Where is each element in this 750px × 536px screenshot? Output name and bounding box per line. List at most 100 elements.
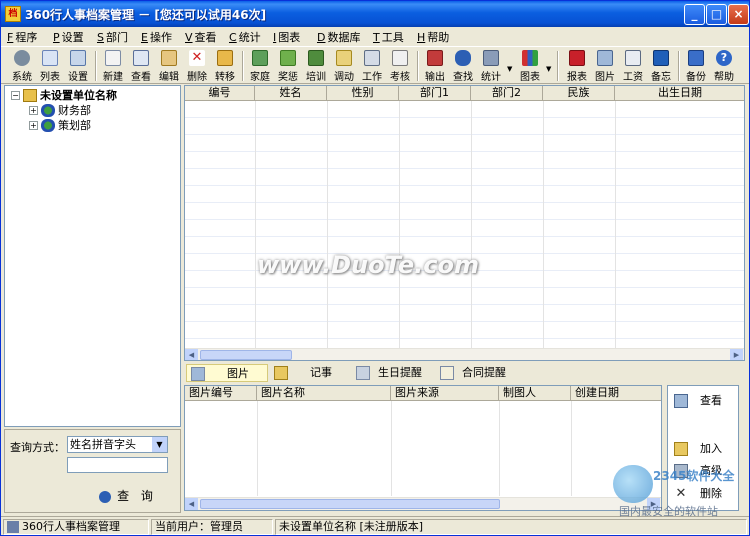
grid-divider — [391, 401, 392, 496]
reward-icon — [280, 50, 296, 66]
toolbar-memo-button[interactable]: 备忘 — [646, 50, 676, 83]
toolbar-stats-button[interactable]: 统计 — [476, 50, 506, 83]
employee-grid[interactable]: 编号 姓名 性别 部门1 部门2 民族 出生日期 ◀ ▶ — [184, 85, 745, 361]
employee-grid-header: 编号 姓名 性别 部门1 部门2 民族 出生日期 — [185, 86, 744, 101]
bar-chart-icon — [522, 50, 538, 66]
toolbar-settings-button[interactable]: 设置 — [63, 50, 93, 83]
tab-contract-reminder[interactable]: 合同提醒 — [436, 364, 516, 382]
floppy-icon — [688, 50, 704, 66]
menu-help-key: H — [417, 31, 426, 44]
tree-node-finance[interactable]: + 财务部 — [29, 102, 91, 118]
grid-divider — [327, 101, 328, 349]
minimize-button[interactable]: _ — [684, 4, 705, 25]
watermark-slogan: 国内最安全的软件站 — [619, 505, 718, 518]
scroll-left-icon[interactable]: ◀ — [185, 498, 198, 510]
menu-database[interactable]: D 数据库 — [317, 29, 360, 44]
grid-divider — [471, 101, 472, 349]
salary-icon — [625, 50, 641, 66]
column-header-picture-source[interactable]: 图片来源 — [391, 386, 499, 401]
menu-help[interactable]: H 帮助 — [417, 29, 449, 44]
picture-icon — [597, 50, 613, 66]
collapse-icon[interactable]: − — [11, 90, 20, 100]
toolbar-stats-label: 统计 — [481, 72, 501, 83]
query-button[interactable]: 查 询 — [93, 486, 163, 506]
column-header-maker[interactable]: 制图人 — [499, 386, 571, 401]
scrollbar-thumb[interactable] — [200, 350, 292, 360]
menu-tools[interactable]: T 工具 — [373, 29, 404, 44]
menu-program-label: 程序 — [15, 31, 38, 44]
scroll-right-icon[interactable]: ▶ — [730, 349, 743, 360]
menu-settings[interactable]: P 设置 — [53, 29, 84, 44]
toolbar-chart-label: 图表 — [520, 72, 540, 83]
menu-chart-label: 图表 — [278, 31, 301, 44]
department-icon — [41, 103, 55, 117]
toolbar-transfer-button[interactable]: 转移 — [210, 50, 240, 83]
column-header-picture-name[interactable]: 图片名称 — [257, 386, 391, 401]
title-bar[interactable]: 档 360行人事档案管理 － [您还可以试用46次] _ □ × — [1, 1, 749, 27]
query-mode-select[interactable]: 姓名拼音字头 ▼ — [67, 436, 168, 453]
tree-node-planning[interactable]: + 策划部 — [29, 117, 91, 133]
menu-view[interactable]: V 查看 — [185, 29, 217, 44]
grid-divider — [255, 101, 256, 349]
grid-divider — [615, 101, 616, 349]
department-tree[interactable]: − 未设置单位名称 + 财务部 + 策划部 — [4, 85, 181, 427]
picture-grid-scrollbar[interactable]: ◀ ▶ — [185, 497, 661, 510]
menu-chart[interactable]: I 图表 — [273, 29, 301, 44]
column-header-gender[interactable]: 性别 — [327, 86, 399, 101]
menu-database-key: D — [317, 31, 326, 44]
app-window: 档 360行人事档案管理 － [您还可以试用46次] _ □ × F 程序 P 设置… — [0, 0, 750, 536]
tab-pictures[interactable]: 图片 — [186, 364, 268, 382]
tree-root-label: 未设置单位名称 — [40, 89, 117, 102]
employee-grid-body[interactable] — [185, 101, 744, 349]
tab-pictures-label: 图片 — [227, 367, 249, 380]
column-header-created-date[interactable]: 创建日期 — [571, 386, 661, 401]
toolbar-help-button[interactable]: ? 帮助 — [709, 50, 739, 83]
report-icon — [569, 50, 585, 66]
binoculars-icon — [99, 490, 112, 503]
toolbar: 系统 列表 设置 新建 查看 编辑 ✕ 删除 转移 家庭 奖惩 培训 调动 工作 … — [1, 46, 749, 84]
column-header-id[interactable]: 编号 — [185, 86, 255, 101]
menu-department[interactable]: S 部门 — [97, 29, 128, 44]
menu-settings-label: 设置 — [61, 31, 84, 44]
maximize-button[interactable]: □ — [706, 4, 727, 25]
expand-icon[interactable]: + — [29, 105, 38, 115]
window-title: 360行人事档案管理 － [您还可以试用46次] — [25, 8, 267, 22]
picture-icon — [674, 394, 688, 408]
query-mode-label: 查询方式： — [10, 441, 65, 454]
help-icon: ? — [716, 50, 732, 66]
column-header-birthdate[interactable]: 出生日期 — [615, 86, 744, 101]
column-header-picture-id[interactable]: 图片编号 — [185, 386, 257, 401]
tree-root-node[interactable]: − 未设置单位名称 — [11, 87, 117, 103]
menu-department-label: 部门 — [105, 31, 128, 44]
picture-add-button[interactable]: 加入 — [674, 440, 722, 458]
query-input[interactable] — [67, 457, 168, 473]
gear-icon — [14, 50, 30, 66]
tab-birthday-reminder[interactable]: 生日提醒 — [352, 364, 432, 382]
picture-view-button[interactable]: 查看 — [674, 392, 722, 410]
menu-statistics[interactable]: C 统计 — [229, 29, 261, 44]
tab-notes[interactable]: 记事 — [270, 364, 340, 382]
export-icon — [427, 50, 443, 66]
scrollbar-thumb[interactable] — [200, 499, 500, 509]
close-button[interactable]: × — [728, 4, 749, 25]
toolbar-assess-button[interactable]: 考核 — [385, 50, 415, 83]
picture-grid[interactable]: 图片编号 图片名称 图片来源 制图人 创建日期 ◀ ▶ — [184, 385, 662, 511]
chevron-down-icon[interactable]: ▼ — [152, 437, 167, 452]
add-picture-icon — [674, 442, 688, 456]
toolbar-chart-button[interactable]: 图表 — [515, 50, 545, 83]
column-header-dept1[interactable]: 部门1 — [399, 86, 471, 101]
chart-dropdown-icon[interactable]: ▼ — [546, 65, 551, 73]
menu-statistics-key: C — [229, 31, 237, 44]
training-icon — [308, 50, 324, 66]
employee-grid-scrollbar[interactable]: ◀ ▶ — [185, 348, 744, 360]
column-header-dept2[interactable]: 部门2 — [471, 86, 543, 101]
status-organization: 未设置单位名称 [未注册版本] — [275, 519, 747, 535]
expand-icon[interactable]: + — [29, 120, 38, 130]
scroll-left-icon[interactable]: ◀ — [185, 349, 198, 360]
column-header-name[interactable]: 姓名 — [255, 86, 327, 101]
column-header-ethnicity[interactable]: 民族 — [543, 86, 615, 101]
menu-program[interactable]: F 程序 — [7, 29, 38, 44]
menu-operation-key: E — [141, 31, 148, 44]
app-icon[interactable]: 档 — [5, 6, 21, 22]
menu-operation[interactable]: E 操作 — [141, 29, 172, 44]
